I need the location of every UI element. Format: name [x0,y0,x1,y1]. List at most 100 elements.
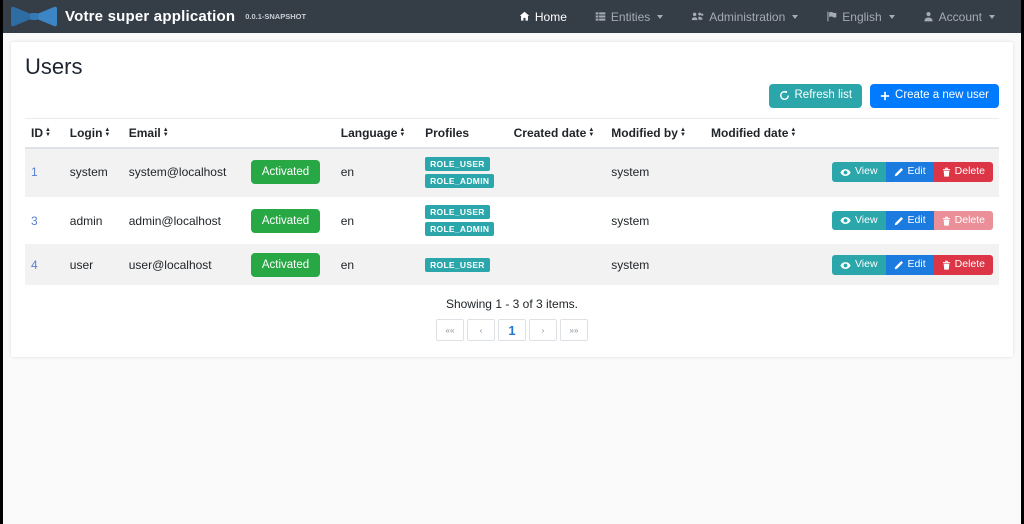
login-cell: admin [64,196,123,244]
nav-item-language[interactable]: English [814,4,906,30]
sort-icon: ▲▼ [104,128,110,138]
modified-date-cell [705,196,826,244]
first-page-button[interactable]: «« [436,319,464,341]
profiles-cell: ROLE_USER ROLE_ADMIN [425,157,502,188]
toolbar: Refresh list Create a new user [25,84,999,108]
pagination: Showing 1 - 3 of 3 items. «« ‹ 1 › »» [25,297,999,341]
row-actions: View Edit Delete [832,162,993,182]
modified-by-cell: system [605,196,705,244]
pencil-icon [894,216,904,226]
chevron-down-icon [889,15,895,19]
header-status [245,118,335,148]
users-card: Users Refresh list Create a new user ID▲… [11,42,1013,357]
role-badge: ROLE_USER [425,258,490,272]
nav-item-administration[interactable]: Administration [679,4,810,30]
users-table: ID▲▼ Login▲▼ Email▲▼ Language▲▼ Profiles… [25,118,999,286]
role-badge: ROLE_USER [425,157,490,171]
chevron-down-icon [657,15,663,19]
header-profiles: Profiles [419,118,508,148]
next-page-button[interactable]: › [529,319,557,341]
role-badge: ROLE_ADMIN [425,222,494,236]
create-user-label: Create a new user [895,90,989,102]
modified-by-cell: system [605,245,705,286]
modified-by-cell: system [605,148,705,197]
header-modified-date[interactable]: Modified date▲▼ [705,118,826,148]
view-button[interactable]: View [832,211,886,231]
header-email[interactable]: Email▲▼ [123,118,245,148]
nav-item-label: English [842,10,881,24]
eye-icon [840,216,851,225]
trash-icon [942,260,951,270]
app-window: Votre super application 0.0.1-SNAPSHOT H… [3,0,1021,524]
prev-page-button[interactable]: ‹ [467,319,495,341]
nav-item-home[interactable]: Home [507,4,579,30]
profiles-cell: ROLE_USER [425,258,502,272]
email-cell: admin@localhost [123,196,245,244]
edit-button[interactable]: Edit [886,255,934,275]
language-cell: en [335,148,419,197]
edit-button[interactable]: Edit [886,162,934,182]
home-icon [519,11,530,22]
created-date-cell [508,196,606,244]
page-title: Users [25,54,999,80]
user-icon [923,11,934,22]
table-row: 4 user user@localhost Activated en ROLE_… [25,245,999,286]
delete-button[interactable]: Delete [934,255,993,275]
chevron-down-icon [989,15,995,19]
row-actions: View Edit Delete [832,255,993,275]
pencil-icon [894,260,904,270]
sort-icon: ▲▼ [399,128,405,138]
trash-icon [942,216,951,226]
table-row: 3 admin admin@localhost Activated en ROL… [25,196,999,244]
modified-date-cell [705,148,826,197]
last-page-button[interactable]: »» [560,319,588,341]
modified-date-cell [705,245,826,286]
nav-item-label: Administration [709,10,785,24]
header-login[interactable]: Login▲▼ [64,118,123,148]
email-cell: system@localhost [123,148,245,197]
email-cell: user@localhost [123,245,245,286]
user-id-link[interactable]: 3 [31,214,38,228]
current-page-button[interactable]: 1 [498,319,526,341]
table-row: 1 system system@localhost Activated en R… [25,148,999,197]
navbar-menu: Home Entities Administration English Acc… [507,4,1007,30]
activated-button[interactable]: Activated [251,160,320,184]
language-cell: en [335,196,419,244]
nav-item-label: Account [939,10,982,24]
eye-icon [840,261,851,270]
navbar: Votre super application 0.0.1-SNAPSHOT H… [3,0,1021,33]
header-language[interactable]: Language▲▼ [335,118,419,148]
app-title: Votre super application [65,8,235,25]
refresh-list-button[interactable]: Refresh list [769,84,863,108]
language-cell: en [335,245,419,286]
nav-item-entities[interactable]: Entities [583,4,675,30]
header-created-date[interactable]: Created date▲▼ [508,118,606,148]
user-id-link[interactable]: 1 [31,165,38,179]
header-id[interactable]: ID▲▼ [25,118,64,148]
create-user-button[interactable]: Create a new user [870,84,999,108]
th-list-icon [595,11,606,22]
table-header: ID▲▼ Login▲▼ Email▲▼ Language▲▼ Profiles… [25,118,999,148]
nav-item-label: Entities [611,10,650,24]
role-badge: ROLE_USER [425,205,490,219]
login-cell: system [64,148,123,197]
plus-icon [880,91,890,101]
delete-button[interactable]: Delete [934,162,993,182]
view-button[interactable]: View [832,162,886,182]
screenshot-frame: Votre super application 0.0.1-SNAPSHOT H… [0,0,1024,524]
row-actions: View Edit Delete [832,211,993,231]
trash-icon [942,167,951,177]
header-modified-by[interactable]: Modified by▲▼ [605,118,705,148]
refresh-list-label: Refresh list [795,90,853,102]
pagination-summary: Showing 1 - 3 of 3 items. [25,297,999,311]
sort-icon: ▲▼ [45,128,51,138]
chevron-down-icon [792,15,798,19]
view-button[interactable]: View [832,255,886,275]
activated-button[interactable]: Activated [251,209,320,233]
edit-button[interactable]: Edit [886,211,934,231]
activated-button[interactable]: Activated [251,253,320,277]
user-id-link[interactable]: 4 [31,258,38,272]
nav-item-account[interactable]: Account [911,4,1007,30]
pager-controls: «« ‹ 1 › »» [436,319,588,341]
brand[interactable]: Votre super application 0.0.1-SNAPSHOT [9,3,306,30]
